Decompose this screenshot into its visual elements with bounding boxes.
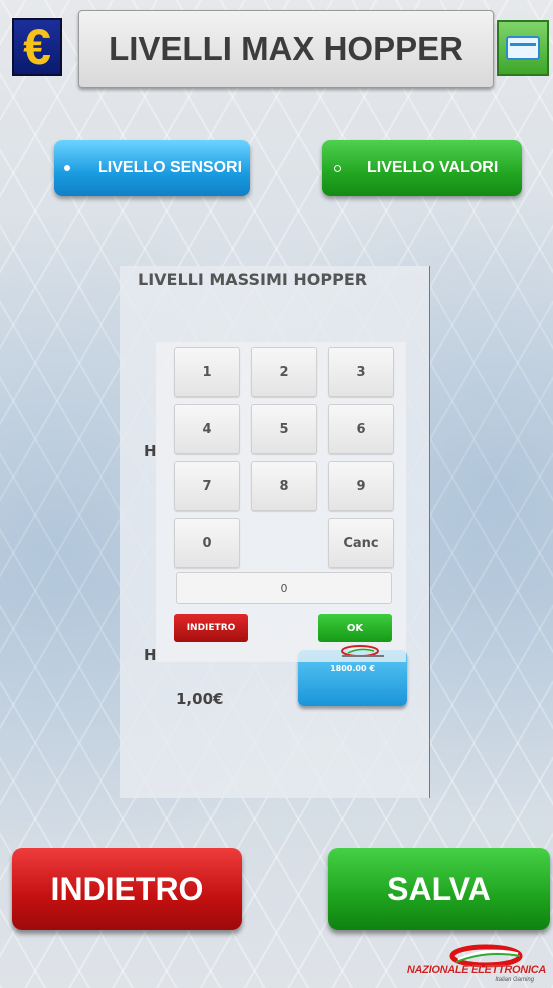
logo-text: NAZIONALE ELETTRONICA xyxy=(406,964,546,976)
tab-label: LIVELLO VALORI xyxy=(367,159,499,176)
logo-subtext: Italian Gaming xyxy=(495,977,534,983)
back-button[interactable]: INDIETRO xyxy=(12,848,242,930)
key-9[interactable]: 9 xyxy=(328,461,394,511)
page-title: LIVELLI MAX HOPPER xyxy=(109,30,463,67)
key-1[interactable]: 1 xyxy=(174,347,240,397)
current-value: 1,00€ xyxy=(176,690,224,708)
key-5[interactable]: 5 xyxy=(251,404,317,454)
keypad-ok-button[interactable]: OK xyxy=(318,614,392,642)
key-6[interactable]: 6 xyxy=(328,404,394,454)
key-3[interactable]: 3 xyxy=(328,347,394,397)
row-label-h2: H xyxy=(144,646,157,664)
radio-unselected-icon xyxy=(334,164,341,172)
page-title-box: LIVELLI MAX HOPPER xyxy=(78,10,494,88)
panel-title: LIVELLI MASSIMI HOPPER xyxy=(138,270,368,289)
key-7[interactable]: 7 xyxy=(174,461,240,511)
radio-selected-icon xyxy=(64,165,70,171)
tab-livello-valori[interactable]: LIVELLO VALORI xyxy=(322,140,522,196)
brand-logo: NAZIONALE ELETTRONICA Italian Gaming xyxy=(396,944,546,984)
keypad-display: 0 xyxy=(176,572,392,604)
key-canc[interactable]: Canc xyxy=(328,518,394,568)
key-4[interactable]: 4 xyxy=(174,404,240,454)
save-button[interactable]: SALVA xyxy=(328,848,550,930)
row-label-h1: H xyxy=(144,442,157,460)
card-icon[interactable] xyxy=(497,20,549,76)
key-8[interactable]: 8 xyxy=(251,461,317,511)
tab-label: LIVELLO SENSORI xyxy=(98,159,243,176)
value-button-label: 1800.00 € xyxy=(330,664,375,673)
keypad-back-button[interactable]: INDIETRO xyxy=(174,614,248,642)
tab-livello-sensori[interactable]: LIVELLO SENSORI xyxy=(54,140,250,196)
panel-divider xyxy=(429,266,430,798)
key-0[interactable]: 0 xyxy=(174,518,240,568)
euro-symbol: € xyxy=(23,19,51,75)
euro-icon[interactable]: € xyxy=(12,18,62,76)
card-shape xyxy=(506,36,540,60)
mini-logo-icon xyxy=(341,645,384,657)
key-2[interactable]: 2 xyxy=(251,347,317,397)
